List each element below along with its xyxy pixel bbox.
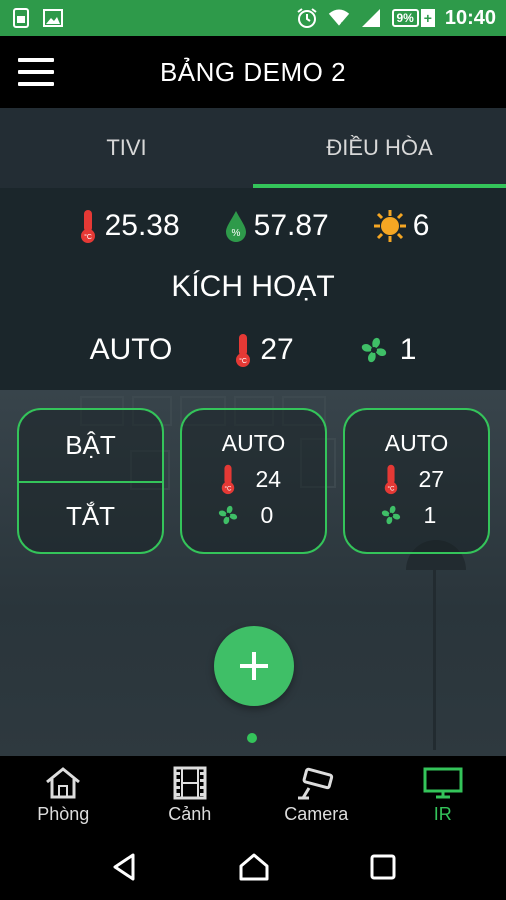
temperature-sensor: °C 25.38: [77, 208, 180, 244]
preset-temperature: °C 24: [218, 463, 290, 495]
light-sensor: 6: [373, 209, 430, 243]
humidity-value: 57.87: [253, 209, 329, 242]
preset-temperature: °C 27: [381, 463, 453, 495]
image-icon: [42, 7, 64, 29]
thermometer-icon: °C: [236, 334, 251, 367]
current-mode-row: AUTO °C 27 1: [0, 332, 506, 368]
add-preset-button[interactable]: [214, 626, 294, 706]
nav-item-canh[interactable]: Cảnh: [127, 756, 254, 834]
alarm-icon: [296, 7, 318, 29]
status-bar: ? 9% + 10:40: [0, 0, 506, 36]
thermometer-icon: °C: [221, 464, 234, 495]
current-fan-value: 1: [399, 333, 417, 366]
nav-label: Camera: [284, 803, 349, 824]
svg-text:°C: °C: [224, 486, 231, 493]
ac-status-panel: °C 25.38 % 57.87 6 KÍCH HOẠT AUTO °C 27 …: [0, 188, 506, 390]
recent-apps-icon[interactable]: [369, 853, 397, 881]
preset-mode: AUTO: [384, 430, 449, 456]
nav-label: Cảnh: [168, 803, 212, 824]
tv-icon: [423, 767, 463, 798]
preset-fan: 0: [213, 501, 295, 529]
svg-text:°C: °C: [84, 233, 92, 241]
page-indicator-dot: [247, 733, 257, 743]
power-on-button[interactable]: BẬT: [19, 410, 162, 481]
svg-text:°C: °C: [387, 486, 394, 493]
home-icon[interactable]: [238, 852, 270, 882]
preset-temperature-value: 24: [255, 465, 282, 492]
fan-icon: [381, 505, 400, 525]
nav-label: Phòng: [37, 803, 90, 824]
temperature-value: 25.38: [104, 209, 180, 242]
system-navigation-bar: [0, 834, 506, 900]
app-bar: BẢNG DEMO 2: [0, 36, 506, 108]
battery-icon: 9% +: [391, 9, 435, 27]
preset-fan-value: 1: [423, 501, 437, 528]
preset-card[interactable]: AUTO °C 24 0: [180, 408, 327, 554]
nav-item-camera[interactable]: Camera: [253, 756, 380, 834]
film-icon: [173, 766, 207, 799]
fan-icon: [218, 505, 237, 525]
bottom-navigation: Phòng Cảnh Camera IR: [0, 756, 506, 834]
light-value: 6: [412, 209, 430, 242]
humidity-drop-icon: %: [225, 211, 246, 242]
wifi-icon: ?: [328, 7, 350, 29]
preset-card[interactable]: AUTO °C 27 1: [343, 408, 490, 554]
current-temperature: °C 27: [232, 332, 294, 368]
tab-bar: TIVI ĐIỀU HÒA: [0, 108, 506, 188]
power-control-card: BẬT TẮT: [17, 408, 164, 554]
back-icon[interactable]: [109, 852, 139, 882]
current-temperature-value: 27: [260, 333, 294, 366]
svg-text:?: ?: [340, 21, 344, 28]
fan-icon: [361, 337, 386, 363]
tab-dieu-hoa[interactable]: ĐIỀU HÒA: [253, 108, 506, 188]
thermometer-icon: °C: [80, 210, 95, 243]
svg-text:°C: °C: [239, 357, 247, 365]
power-off-button[interactable]: TẮT: [19, 481, 162, 552]
humidity-sensor: % 57.87: [224, 209, 329, 243]
current-fan: 1: [354, 332, 417, 368]
activation-status: KÍCH HOẠT: [171, 270, 335, 303]
nav-item-phong[interactable]: Phòng: [0, 756, 127, 834]
sun-icon: [373, 210, 406, 242]
clock: 10:40: [444, 6, 496, 29]
mode-value: AUTO: [89, 333, 173, 366]
tab-tivi[interactable]: TIVI: [0, 108, 253, 188]
current-mode: AUTO: [90, 333, 173, 367]
battery-level: 9%: [391, 9, 419, 27]
nav-item-ir[interactable]: IR: [380, 756, 506, 834]
thermometer-icon: °C: [384, 464, 397, 495]
sim-icon: [10, 7, 32, 29]
preset-fan: 1: [376, 501, 458, 529]
signal-icon: [360, 7, 382, 29]
sensor-row: °C 25.38 % 57.87 6: [0, 208, 506, 244]
nav-label: IR: [433, 803, 452, 824]
plus-icon: [240, 652, 268, 680]
camera-icon: [298, 767, 334, 799]
page-title: BẢNG DEMO 2: [159, 56, 347, 87]
preset-mode: AUTO: [221, 430, 286, 456]
preset-fan-value: 0: [260, 501, 274, 528]
preset-temperature-value: 27: [418, 465, 445, 492]
svg-text:%: %: [231, 228, 240, 239]
home-icon: [46, 766, 81, 798]
